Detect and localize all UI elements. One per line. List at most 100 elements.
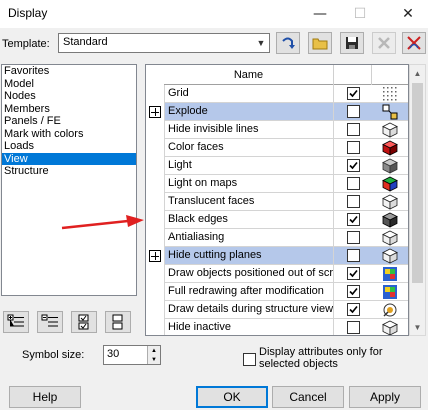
option-checkbox[interactable] (346, 213, 360, 226)
cube-dark-icon (372, 211, 408, 229)
ok-button[interactable]: OK (196, 386, 268, 408)
cube-wire-icon (372, 229, 408, 247)
option-name[interactable]: Light on maps (164, 175, 334, 193)
option-checkbox-cell (334, 265, 372, 283)
option-checkbox[interactable] (346, 303, 360, 316)
option-checkbox[interactable] (346, 285, 360, 298)
table-row[interactable]: Translucent faces (146, 193, 408, 211)
option-checkbox-cell (334, 157, 372, 175)
option-checkbox[interactable] (346, 195, 360, 208)
save-template-button[interactable] (340, 32, 364, 54)
apply-template-button[interactable] (276, 32, 300, 54)
help-button[interactable]: Help (9, 386, 81, 408)
attributes-only-label[interactable]: Display attributes only for selected obj… (259, 346, 419, 370)
category-item-panels-fe[interactable]: Panels / FE (2, 115, 136, 128)
option-checkbox[interactable] (346, 141, 360, 154)
option-checkbox[interactable] (346, 321, 360, 334)
spin-down-icon[interactable]: ▼ (148, 355, 160, 364)
category-item-mark-with-colors[interactable]: Mark with colors (2, 128, 136, 141)
apply-button[interactable]: Apply (349, 386, 421, 408)
expand-all-button[interactable] (3, 311, 29, 333)
display-options-table[interactable]: Name Grid Explode Hide invisible lines Colo… (145, 64, 409, 336)
scroll-down-icon[interactable]: ▼ (410, 319, 425, 335)
reset-icon (407, 36, 421, 50)
table-row[interactable]: Light on maps (146, 175, 408, 193)
table-row[interactable]: Hide invisible lines (146, 121, 408, 139)
table-row[interactable]: Explode (146, 103, 408, 121)
redo-arrow-icon (282, 37, 295, 49)
minimize-button[interactable]: — (305, 0, 335, 28)
option-checkbox[interactable] (346, 105, 360, 118)
option-checkbox-cell (334, 121, 372, 139)
scroll-up-icon[interactable]: ▲ (410, 65, 425, 81)
category-item-structure[interactable]: Structure (2, 165, 136, 178)
cube-wire-icon (372, 247, 408, 265)
scroll-thumb[interactable] (412, 83, 423, 283)
table-row[interactable]: Hide cutting planes (146, 247, 408, 265)
close-button[interactable]: ✕ (393, 0, 423, 28)
category-item-favorites[interactable]: Favorites (2, 65, 136, 78)
reset-template-button[interactable] (402, 32, 426, 54)
symbol-size-input[interactable]: 30 ▲ ▼ (103, 345, 161, 365)
option-name[interactable]: Antialiasing (164, 229, 334, 247)
table-row[interactable]: Light (146, 157, 408, 175)
cube-gray-icon (372, 157, 408, 175)
option-name[interactable]: Full redrawing after modification (164, 283, 334, 301)
category-item-nodes[interactable]: Nodes (2, 90, 136, 103)
category-item-model[interactable]: Model (2, 78, 136, 91)
option-checkbox-cell (334, 175, 372, 193)
column-header-name[interactable]: Name (164, 65, 334, 85)
category-item-view[interactable]: View (2, 152, 136, 165)
window-title: Display (8, 6, 48, 20)
check-all-icon (78, 314, 89, 330)
table-row[interactable]: Draw details during structure viewing (146, 301, 408, 319)
table-scrollbar[interactable]: ▲ ▼ (409, 64, 426, 336)
table-row[interactable]: Antialiasing (146, 229, 408, 247)
table-row[interactable]: Draw objects positioned out of scre... (146, 265, 408, 283)
uncheck-all-button[interactable] (105, 311, 131, 333)
option-checkbox-cell (334, 211, 372, 229)
option-name[interactable]: Draw objects positioned out of scre... (164, 265, 334, 283)
column-header-visible[interactable] (334, 65, 372, 85)
option-name[interactable]: Explode (164, 103, 334, 121)
symbol-size-spinner[interactable]: ▲ ▼ (147, 346, 160, 364)
expand-icon[interactable] (149, 250, 161, 262)
option-checkbox[interactable] (346, 87, 360, 100)
option-name[interactable]: Grid (164, 85, 334, 103)
option-name[interactable]: Hide invisible lines (164, 121, 334, 139)
table-row[interactable]: Color faces (146, 139, 408, 157)
option-name[interactable]: Hide cutting planes (164, 247, 334, 265)
open-template-button[interactable] (308, 32, 332, 54)
option-checkbox[interactable] (346, 159, 360, 172)
cancel-button[interactable]: Cancel (272, 386, 344, 408)
option-name[interactable]: Draw details during structure viewing (164, 301, 334, 319)
category-item-members[interactable]: Members (2, 103, 136, 116)
option-name[interactable]: Color faces (164, 139, 334, 157)
check-all-button[interactable] (71, 311, 97, 333)
template-select[interactable]: Standard ▼ (58, 33, 270, 53)
option-checkbox[interactable] (346, 249, 360, 262)
category-item-loads[interactable]: Loads (2, 140, 136, 153)
option-checkbox[interactable] (346, 231, 360, 244)
option-checkbox[interactable] (346, 123, 360, 136)
option-name[interactable]: Translucent faces (164, 193, 334, 211)
table-row[interactable]: Black edges (146, 211, 408, 229)
expand-icon[interactable] (149, 106, 161, 118)
table-row[interactable]: Grid (146, 85, 408, 103)
option-name[interactable]: Black edges (164, 211, 334, 229)
attributes-only-checkbox[interactable] (243, 353, 256, 366)
category-list[interactable]: Favorites Model Nodes Members Panels / F… (1, 64, 137, 296)
table-row[interactable]: Full redrawing after modification (146, 283, 408, 301)
collapse-all-button[interactable] (37, 311, 63, 333)
table-row[interactable]: Hide inactive (146, 319, 408, 335)
delete-icon (378, 37, 390, 49)
option-name[interactable]: Light (164, 157, 334, 175)
option-checkbox[interactable] (346, 177, 360, 190)
cube-wire-icon (372, 319, 408, 335)
delete-template-button (372, 32, 396, 54)
chevron-down-icon[interactable]: ▼ (253, 34, 269, 52)
spin-up-icon[interactable]: ▲ (148, 346, 160, 355)
option-name[interactable]: Hide inactive (164, 319, 334, 335)
option-checkbox-cell (334, 247, 372, 265)
option-checkbox[interactable] (346, 267, 360, 280)
